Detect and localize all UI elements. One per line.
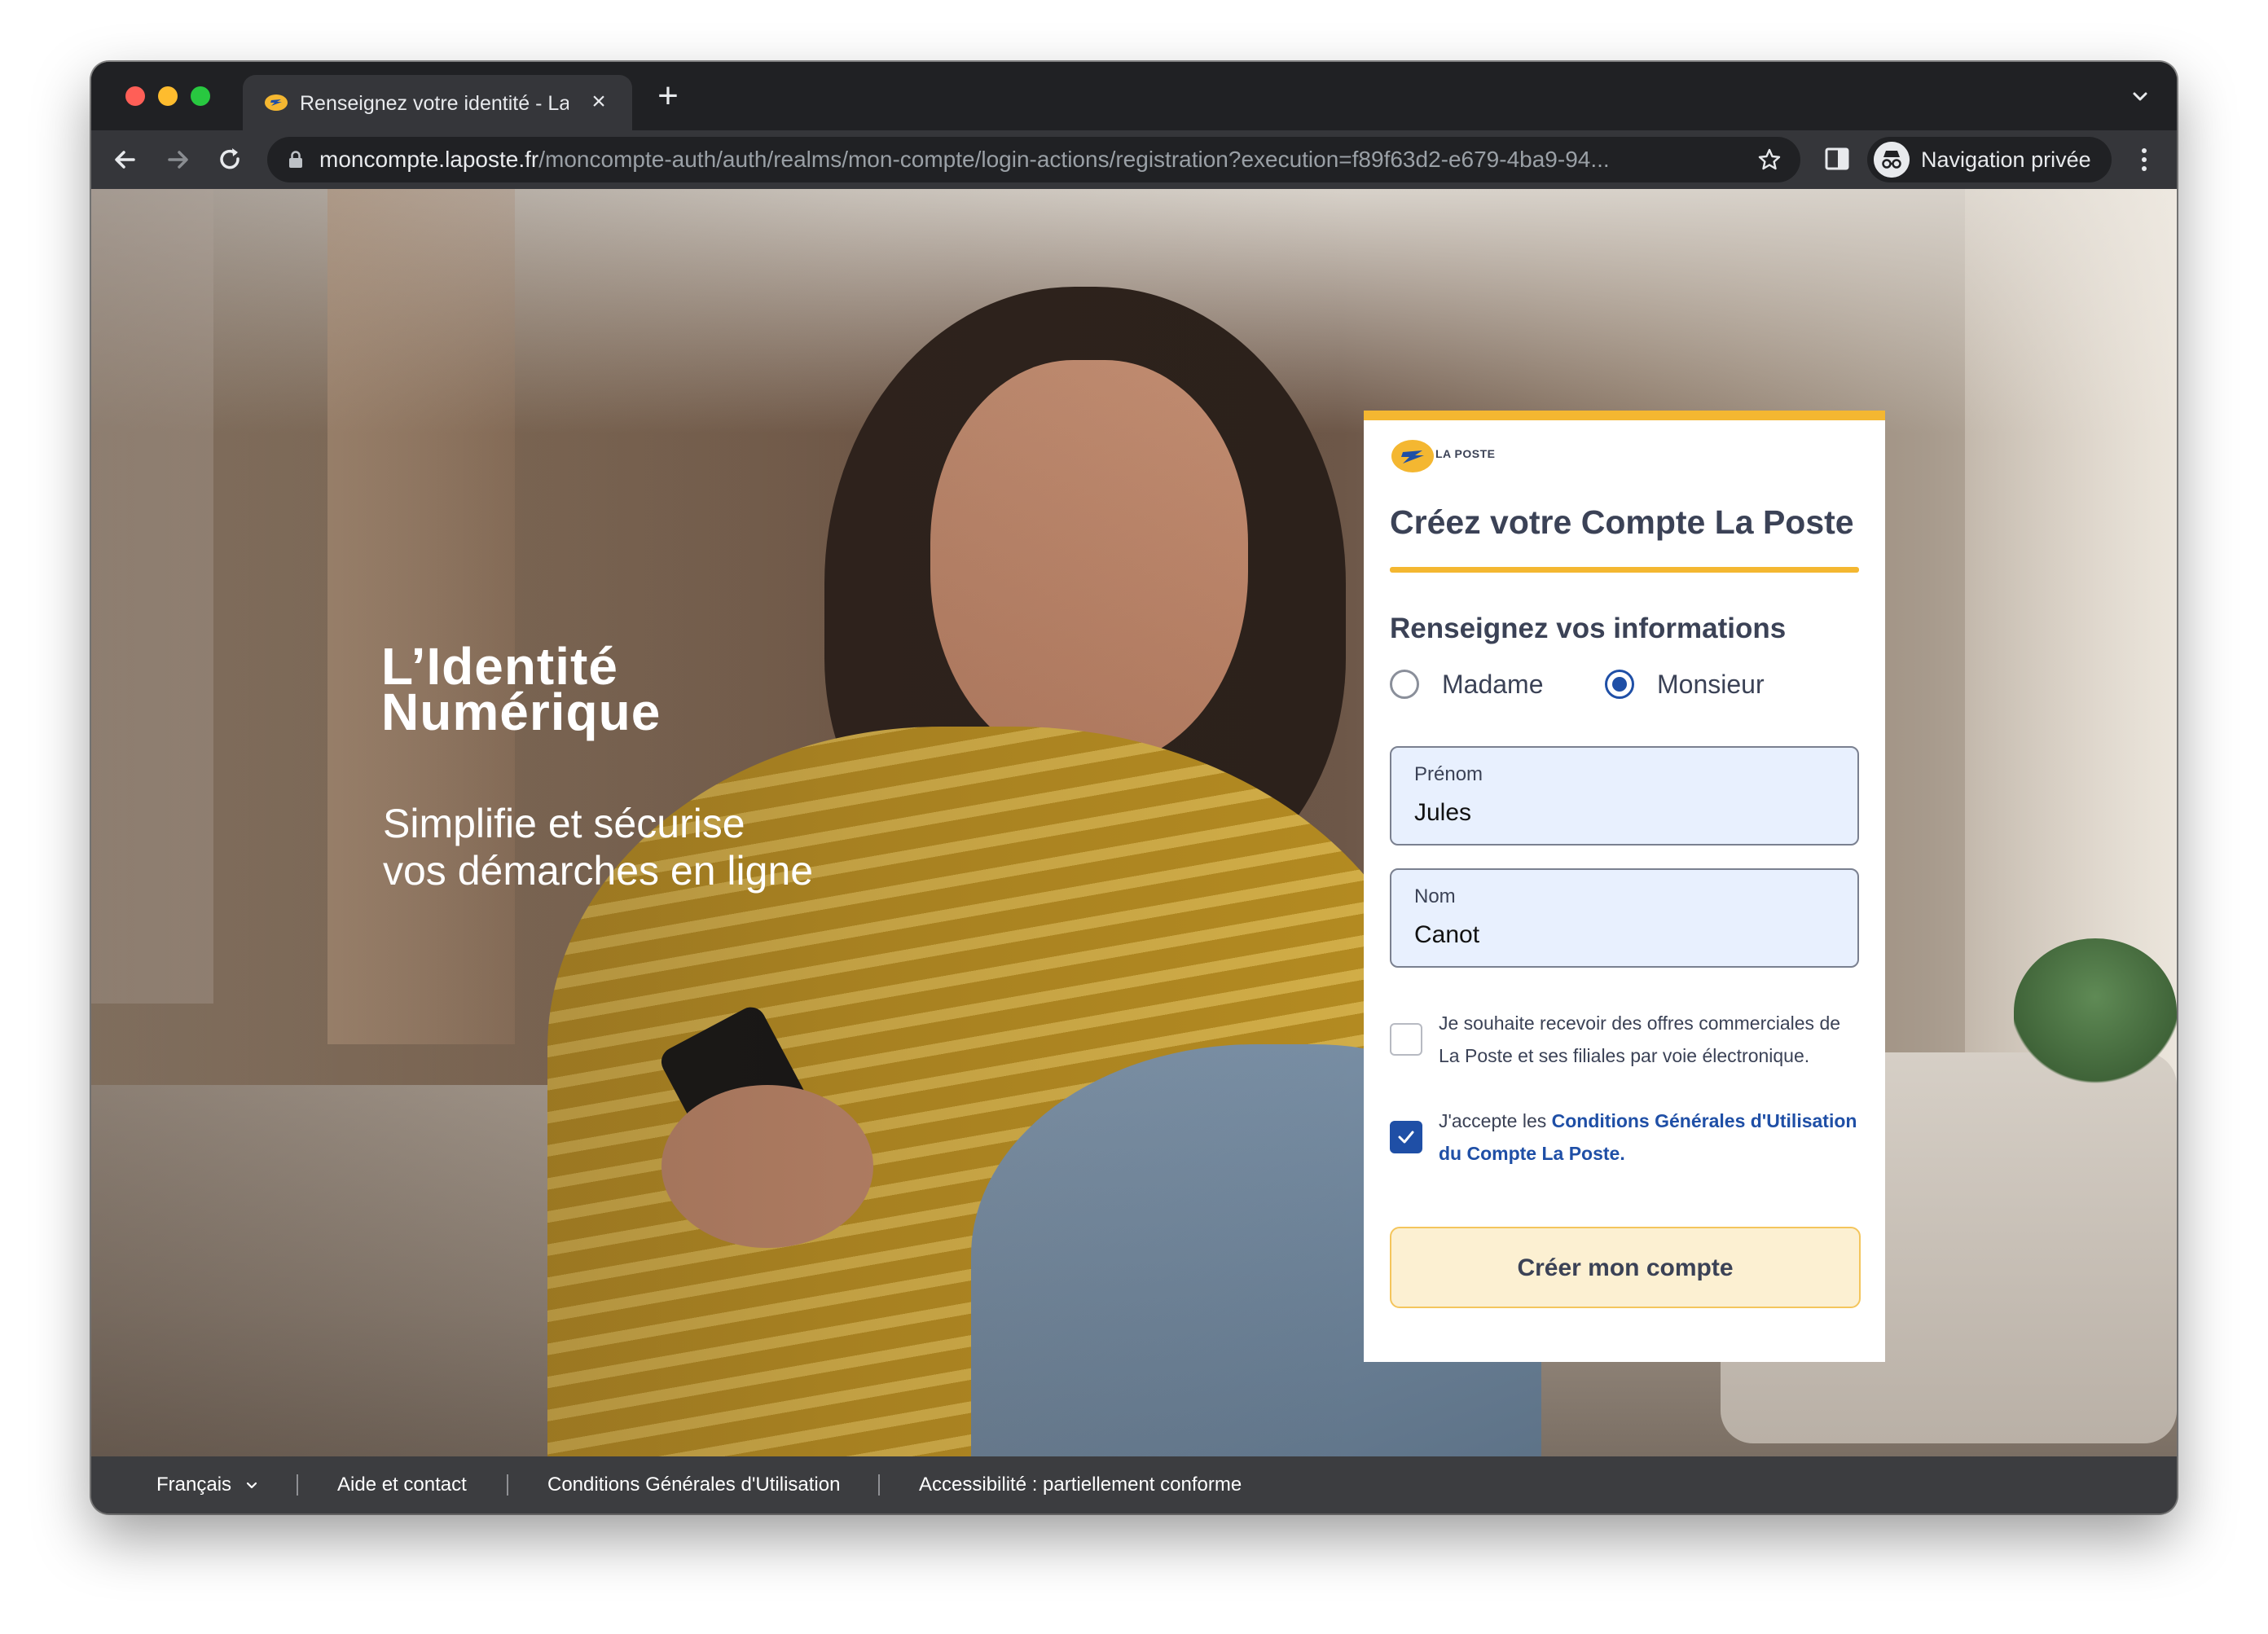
browser-toolbar: moncompte.laposte.fr/moncompte-auth/auth…	[91, 130, 2177, 189]
bookmark-star-icon[interactable]	[1756, 147, 1782, 173]
la-poste-logo: LA POSTE	[1390, 437, 1520, 476]
accessibility-link[interactable]: Accessibilité : partiellement conforme	[919, 1471, 1242, 1499]
radio-monsieur[interactable]: Monsieur	[1605, 665, 1817, 704]
checkmark-icon	[1398, 1131, 1414, 1144]
incognito-icon	[1874, 142, 1910, 178]
new-tab-plus-icon[interactable]: +	[652, 78, 684, 114]
url-path: /moncompte-auth/auth/realms/mon-compte/l…	[538, 147, 1610, 172]
title-underline	[1390, 567, 1859, 573]
maximize-window-button[interactable]	[191, 86, 210, 106]
kebab-menu-icon[interactable]	[2136, 145, 2152, 174]
address-bar[interactable]: moncompte.laposte.fr/moncompte-auth/auth…	[267, 137, 1800, 182]
radio-madame-label: Madame	[1442, 670, 1544, 699]
minimize-window-button[interactable]	[158, 86, 178, 106]
hero-title-line2: Numérique	[381, 683, 662, 741]
tab-strip: Renseignez votre identité - La Poste × +	[91, 62, 2177, 130]
forward-arrow-icon[interactable]	[161, 143, 194, 176]
cgu-text-prefix: J'accepte les	[1439, 1110, 1552, 1131]
page-footer: Français Aide et contact Conditions Géné…	[91, 1456, 2177, 1513]
cgu-checkbox[interactable]	[1390, 1121, 1422, 1153]
browser-tab[interactable]: Renseignez votre identité - La Poste ×	[243, 75, 632, 130]
cgu-checkbox-label: J'accepte les Conditions Générales d'Uti…	[1439, 1105, 1862, 1170]
url-host: moncompte.laposte.fr	[319, 147, 539, 172]
chevron-down-icon	[246, 1482, 257, 1488]
radio-madame[interactable]: Madame	[1390, 665, 1577, 704]
footer-separator	[297, 1474, 298, 1496]
url-text[interactable]: moncompte.laposte.fr/moncompte-auth/auth…	[319, 147, 1610, 173]
section-title: Renseignez vos informations	[1390, 613, 1787, 644]
footer-separator	[878, 1474, 880, 1496]
hero-subtitle: Simplifie et sécurise vos démarches en l…	[383, 800, 953, 894]
side-panel-icon[interactable]	[1823, 145, 1851, 173]
profile-label: Navigation privée	[1921, 147, 2091, 172]
lastname-input[interactable]	[1414, 917, 1838, 953]
background-plant	[2014, 938, 2177, 1085]
lastname-label: Nom	[1414, 885, 1456, 907]
browser-window: Renseignez votre identité - La Poste × +…	[91, 62, 2177, 1513]
lastname-field[interactable]: Nom	[1390, 868, 1859, 968]
language-label: Français	[156, 1474, 232, 1496]
card-title: Créez votre Compte La Poste	[1390, 503, 1854, 541]
la-poste-logo-icon	[1391, 440, 1434, 472]
radio-monsieur-label: Monsieur	[1657, 670, 1765, 699]
la-poste-favicon-icon	[265, 94, 288, 111]
help-contact-link[interactable]: Aide et contact	[337, 1471, 467, 1499]
radio-monsieur-circle[interactable]	[1605, 670, 1634, 699]
reload-icon[interactable]	[213, 143, 246, 176]
offers-checkbox[interactable]	[1390, 1023, 1422, 1056]
page-content: L’Identité Numérique Simplifie et sécuri…	[91, 189, 2177, 1456]
footer-separator	[507, 1474, 508, 1496]
footer-cgu-link[interactable]: Conditions Générales d'Utilisation	[547, 1471, 840, 1499]
language-selector[interactable]: Français	[156, 1471, 260, 1499]
tab-title: Renseignez votre identité - La Poste	[300, 92, 569, 115]
close-window-button[interactable]	[125, 86, 145, 106]
tab-search-chevron-icon[interactable]	[2128, 85, 2152, 109]
close-tab-icon[interactable]: ×	[585, 88, 613, 116]
firstname-label: Prénom	[1414, 763, 1483, 785]
back-arrow-icon[interactable]	[109, 143, 142, 176]
hero-title: L’Identité Numérique	[381, 640, 756, 741]
create-account-button[interactable]: Créer mon compte	[1390, 1227, 1861, 1308]
firstname-input[interactable]	[1414, 795, 1838, 831]
hero-subtitle-line2: vos démarches en ligne	[383, 848, 814, 894]
lock-icon[interactable]	[288, 151, 303, 169]
hero-subtitle-line1: Simplifie et sécurise	[383, 801, 745, 846]
radio-madame-circle[interactable]	[1390, 670, 1419, 699]
offers-checkbox-label: Je souhaite recevoir des offres commerci…	[1439, 1012, 1841, 1066]
la-poste-logo-text: LA POSTE	[1435, 447, 1496, 460]
incognito-profile-button[interactable]: Navigation privée	[1867, 137, 2112, 182]
registration-card: LA POSTE Créez votre Compte La Poste Ren…	[1364, 411, 1885, 1362]
firstname-field[interactable]: Prénom	[1390, 746, 1859, 846]
